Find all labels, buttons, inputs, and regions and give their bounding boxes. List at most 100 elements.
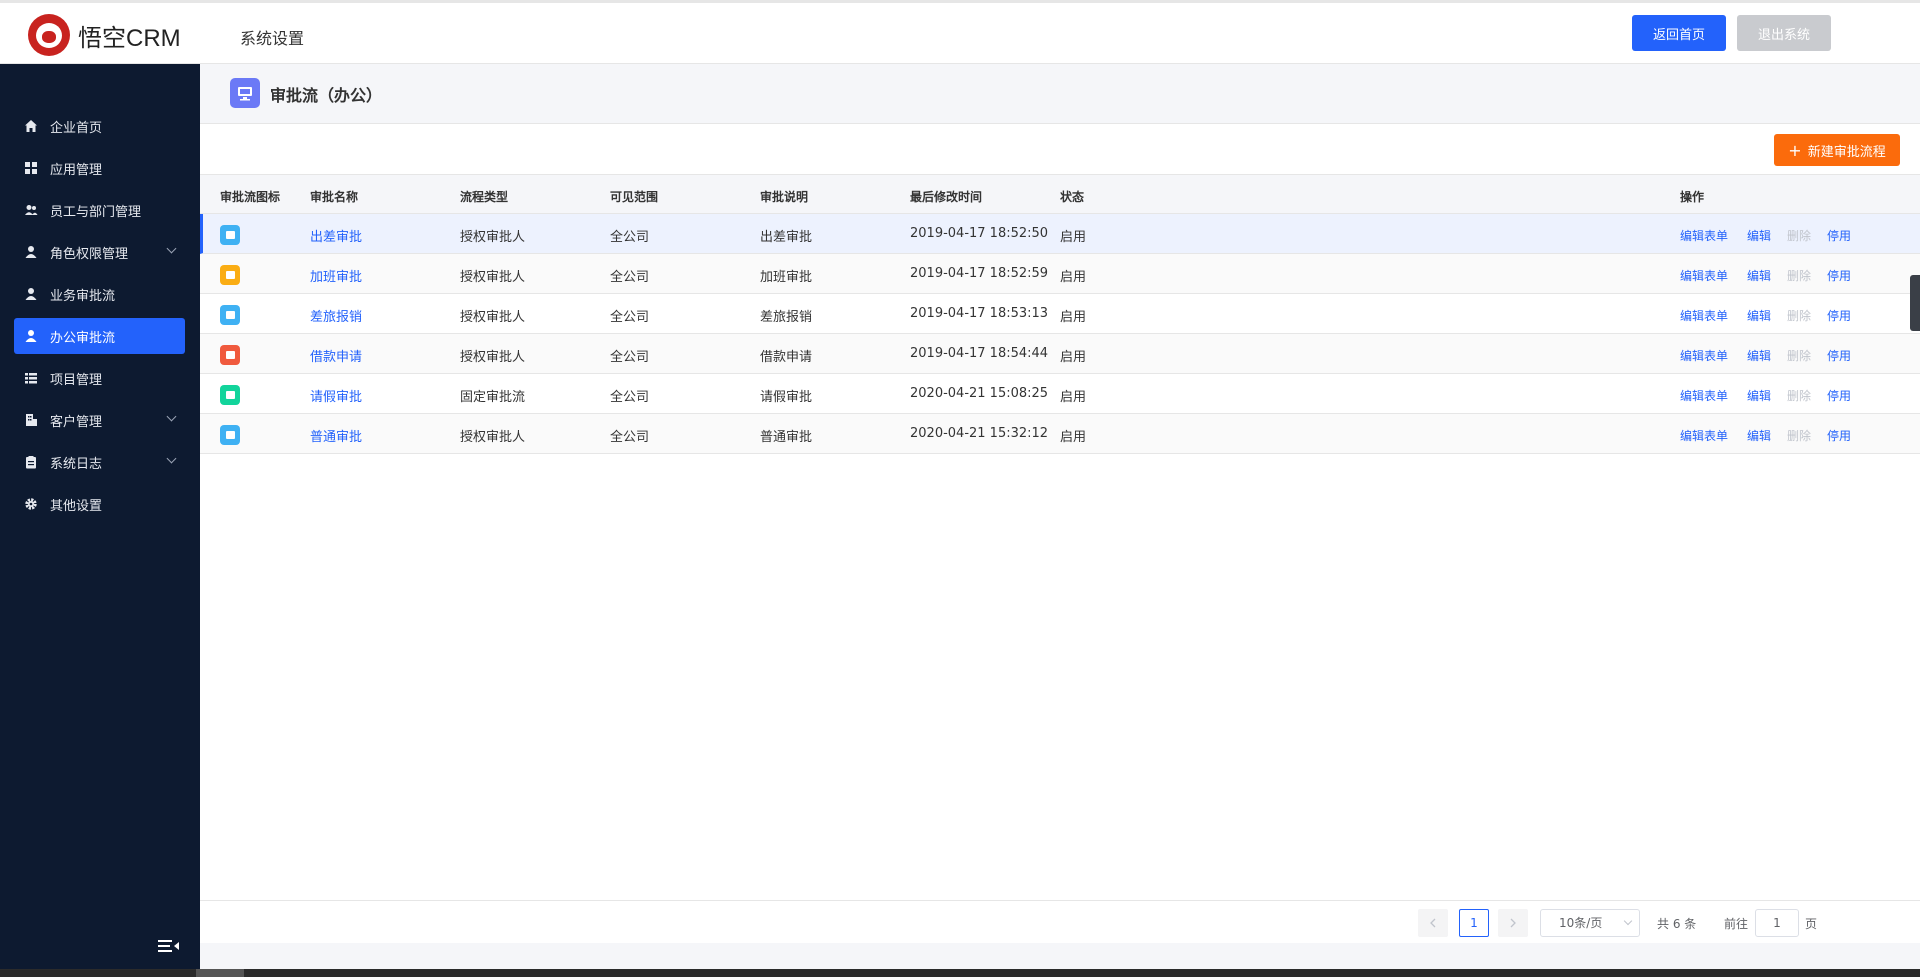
approval-desc: 普通审批 (760, 430, 813, 445)
goto-page-input[interactable]: 1 (1755, 909, 1799, 937)
edit-link[interactable]: 编辑 (1747, 307, 1771, 324)
sidebar-item-employees[interactable]: 员工与部门管理 (14, 192, 185, 228)
column-header: 流程类型 (460, 190, 509, 204)
sidebar-item-label: 员工与部门管理 (50, 204, 142, 220)
table-row[interactable]: 加班审批 授权审批人 全公司 加班审批 2019-04-17 18:52:59 … (200, 254, 1920, 294)
disable-link[interactable]: 停用 (1827, 267, 1851, 284)
disable-link[interactable]: 停用 (1827, 307, 1851, 324)
side-scroll-handle[interactable] (1910, 275, 1920, 331)
document-icon (220, 425, 240, 445)
table-row[interactable]: 差旅报销 授权审批人 全公司 差旅报销 2019-04-17 18:53:13 … (200, 294, 1920, 334)
grid-icon (24, 161, 38, 175)
new-approval-flow-button[interactable]: + 新建审批流程 (1774, 134, 1900, 166)
prev-page-button[interactable] (1418, 909, 1448, 937)
page-title: 审批流（办公） (270, 86, 383, 105)
gear-icon (24, 497, 38, 511)
pagination: 1 10条/页 共 6 条 前往 1 页 (200, 900, 1920, 943)
sidebar-item-business-approval[interactable]: 业务审批流 (14, 276, 185, 312)
flow-type: 授权审批人 (460, 270, 526, 285)
sidebar-item-logs[interactable]: 系统日志 (14, 444, 185, 480)
delete-link: 删除 (1787, 349, 1812, 363)
table-row[interactable]: 普通审批 授权审批人 全公司 普通审批 2020-04-21 15:32:12 … (200, 414, 1920, 454)
sidebar-item-projects[interactable]: 项目管理 (14, 360, 185, 396)
edit-link[interactable]: 编辑 (1747, 227, 1771, 244)
disable-link[interactable]: 停用 (1827, 227, 1851, 244)
edit-form-link[interactable]: 编辑表单 (1680, 227, 1728, 244)
main-panel: + 新建审批流程 审批流图标 审批名称 流程类型 可见范围 审批说明 最后修改时… (200, 124, 1920, 943)
plus-icon: + (1788, 140, 1802, 160)
flow-type: 授权审批人 (460, 350, 526, 365)
sidebar-item-label: 系统日志 (50, 456, 103, 472)
approval-desc: 借款申请 (760, 350, 813, 365)
clipboard-icon (24, 455, 38, 469)
collapse-sidebar-icon[interactable] (158, 938, 180, 954)
approval-name-link[interactable]: 出差审批 (310, 226, 362, 245)
list-icon (24, 371, 38, 385)
flow-type: 固定审批流 (460, 390, 526, 405)
monkey-logo-icon (28, 14, 70, 56)
column-header: 状态 (1060, 190, 1085, 204)
approval-name-link[interactable]: 差旅报销 (310, 306, 362, 325)
approval-desc: 加班审批 (760, 270, 813, 285)
next-page-button[interactable] (1498, 909, 1528, 937)
column-header: 审批流图标 (220, 190, 281, 204)
new-approval-flow-label: 新建审批流程 (1807, 144, 1886, 160)
edit-link[interactable]: 编辑 (1747, 267, 1771, 284)
status: 启用 (1060, 430, 1087, 445)
column-header: 审批说明 (760, 190, 809, 204)
sidebar-item-office-approval[interactable]: 办公审批流 (14, 318, 185, 354)
chevron-down-icon (166, 411, 177, 422)
modified-time: 2019-04-17 18:52:50 (910, 226, 1049, 241)
edit-form-link[interactable]: 编辑表单 (1680, 307, 1728, 324)
table-row[interactable]: 借款申请 授权审批人 全公司 借款申请 2019-04-17 18:54:44 … (200, 334, 1920, 374)
page-suffix: 页 (1805, 917, 1818, 931)
visible-scope: 全公司 (610, 350, 650, 365)
edit-link[interactable]: 编辑 (1747, 347, 1771, 364)
status: 启用 (1060, 350, 1087, 365)
back-home-button[interactable]: 返回首页 (1632, 15, 1726, 51)
brand-name: 悟空CRM (78, 24, 181, 52)
sidebar-item-home[interactable]: 企业首页 (14, 108, 185, 144)
edit-form-link[interactable]: 编辑表单 (1680, 267, 1728, 284)
edit-form-link[interactable]: 编辑表单 (1680, 387, 1728, 404)
approval-name-link[interactable]: 加班审批 (310, 266, 362, 285)
logout-button[interactable]: 退出系统 (1737, 15, 1831, 51)
edit-form-link[interactable]: 编辑表单 (1680, 347, 1728, 364)
modified-time: 2020-04-21 15:08:25 (910, 386, 1049, 401)
edit-form-link[interactable]: 编辑表单 (1680, 427, 1728, 444)
sidebar-item-label: 项目管理 (50, 372, 103, 388)
approval-desc: 出差审批 (760, 230, 813, 245)
scrollbar-thumb[interactable] (196, 969, 244, 977)
approval-name-link[interactable]: 普通审批 (310, 426, 362, 445)
disable-link[interactable]: 停用 (1827, 427, 1851, 444)
table-row[interactable]: 出差审批 授权审批人 全公司 出差审批 2019-04-17 18:52:50 … (200, 214, 1920, 254)
sidebar-item-label: 办公审批流 (50, 330, 116, 346)
status: 启用 (1060, 270, 1087, 285)
approval-name-link[interactable]: 借款申请 (310, 346, 362, 365)
visible-scope: 全公司 (610, 390, 650, 405)
page-size-value: 10条/页 (1559, 916, 1603, 930)
sidebar-item-customers[interactable]: 客户管理 (14, 402, 185, 438)
edit-link[interactable]: 编辑 (1747, 427, 1771, 444)
disable-link[interactable]: 停用 (1827, 387, 1851, 404)
flow-type: 授权审批人 (460, 310, 526, 325)
modified-time: 2019-04-17 18:54:44 (910, 346, 1049, 361)
sidebar-item-other-settings[interactable]: 其他设置 (14, 486, 185, 522)
sidebar-item-apps[interactable]: 应用管理 (14, 150, 185, 186)
delete-link: 删除 (1787, 309, 1812, 323)
page-size-select[interactable]: 10条/页 (1540, 909, 1640, 937)
visible-scope: 全公司 (610, 310, 650, 325)
sidebar-item-roles[interactable]: 角色权限管理 (14, 234, 185, 270)
table-row[interactable]: 请假审批 固定审批流 全公司 请假审批 2020-04-21 15:08:25 … (200, 374, 1920, 414)
user-icon (24, 329, 38, 343)
chevron-down-icon (166, 243, 177, 254)
page-number[interactable]: 1 (1459, 909, 1489, 937)
edit-link[interactable]: 编辑 (1747, 387, 1771, 404)
expense-icon (220, 305, 240, 325)
header-title: 系统设置 (240, 29, 305, 48)
horizontal-scrollbar[interactable] (0, 969, 1920, 977)
disable-link[interactable]: 停用 (1827, 347, 1851, 364)
approval-desc: 差旅报销 (760, 310, 813, 325)
brand-logo[interactable]: 悟空CRM (28, 13, 181, 57)
approval-name-link[interactable]: 请假审批 (310, 386, 362, 405)
